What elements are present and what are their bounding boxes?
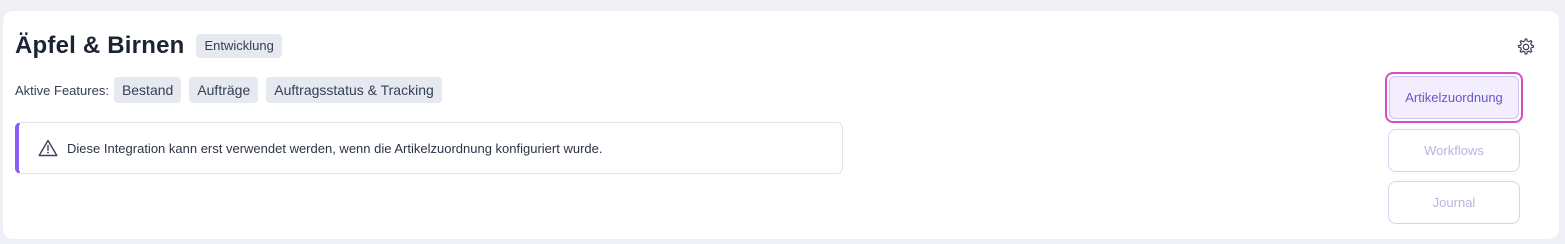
workflows-button[interactable]: Workflows [1388,129,1520,172]
integration-header: Äpfel & Birnen Entwicklung [15,32,282,60]
gear-icon[interactable] [1515,36,1537,58]
feature-tag-auftragsstatus: Auftragsstatus & Tracking [266,77,442,103]
article-mapping-label: Artikelzuordnung [1389,76,1519,119]
configuration-alert: Diese Integration kann erst verwendet we… [15,122,843,174]
features-label: Aktive Features: [15,82,109,98]
warning-triangle-icon [38,139,58,157]
journal-button[interactable]: Journal [1388,181,1520,224]
article-mapping-button[interactable]: Artikelzuordnung [1385,72,1523,123]
integration-title: Äpfel & Birnen [15,32,185,59]
feature-tag-auftraege: Aufträge [189,77,259,103]
environment-badge: Entwicklung [196,34,282,58]
alert-message: Diese Integration kann erst verwendet we… [67,140,603,156]
feature-tag-bestand: Bestand [113,77,182,103]
active-features: Aktive Features: Bestand Aufträge Auftra… [15,77,450,103]
